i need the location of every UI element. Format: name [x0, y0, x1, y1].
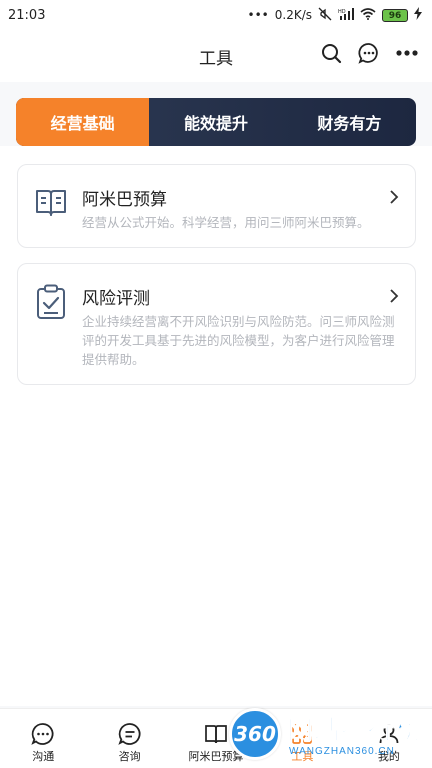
chevron-right-icon	[389, 288, 399, 303]
header-actions	[320, 42, 418, 64]
clipboard-check-icon	[34, 284, 68, 319]
bottom-nav: 沟通 咨询 阿米巴预算 工具 我的	[0, 708, 432, 768]
status-bar: 21:03 ••• 0.2K/s HD 96	[0, 0, 432, 30]
tools-icon	[290, 722, 314, 746]
card-title: 阿米巴预算	[82, 190, 167, 210]
card-title: 风险评测	[82, 289, 150, 309]
nav-item-amoeba-budget[interactable]: 阿米巴预算	[173, 709, 259, 768]
nav-item-consult[interactable]: 咨询	[86, 709, 172, 768]
mute-icon	[318, 7, 332, 24]
card-description: 企业持续经营离不开风险识别与风险防范。问三师风险测评的开发工具基于先进的风险模型…	[82, 314, 395, 367]
category-tabs: 经营基础 能效提升 财务有方	[16, 98, 416, 146]
chat-bubble-icon[interactable]	[358, 42, 380, 64]
more-dots-icon: •••	[247, 8, 269, 22]
consult-icon	[117, 722, 142, 746]
tab-finance[interactable]: 财务有方	[283, 98, 416, 146]
chat-icon	[31, 722, 55, 746]
status-indicators: ••• 0.2K/s HD 96	[248, 7, 422, 24]
nav-label: 沟通	[32, 750, 55, 763]
nav-label: 咨询	[118, 750, 141, 763]
nav-label: 阿米巴预算	[188, 750, 244, 763]
book-icon	[34, 185, 68, 219]
nav-label: 我的	[377, 750, 400, 763]
nav-label: 工具	[291, 750, 314, 763]
tab-business-basics[interactable]: 经营基础	[16, 98, 150, 146]
card-description: 经营从公式开始。科学经营，用问三师阿米巴预算。	[82, 215, 370, 230]
search-icon[interactable]	[320, 42, 342, 64]
nav-item-me[interactable]: 我的	[346, 709, 432, 768]
tool-card-risk-assessment[interactable]: 风险评测 企业持续经营离不开风险识别与风险防范。问三师风险测评的开发工具基于先进…	[17, 263, 416, 385]
app-header: 工具	[0, 30, 432, 82]
network-speed: 0.2K/s	[274, 8, 312, 22]
tab-efficiency[interactable]: 能效提升	[149, 98, 282, 146]
tool-card-amoeba-budget[interactable]: 阿米巴预算 经营从公式开始。科学经营，用问三师阿米巴预算。	[17, 164, 416, 248]
user-icon	[377, 722, 401, 746]
chevron-right-icon	[389, 189, 399, 204]
battery-indicator: 96	[382, 8, 408, 22]
status-time: 21:03	[8, 7, 46, 23]
book-icon	[204, 722, 228, 746]
signal-icon: HD	[338, 7, 354, 23]
nav-item-tools[interactable]: 工具	[259, 709, 345, 768]
more-icon[interactable]	[396, 42, 418, 64]
wifi-icon	[360, 7, 376, 23]
charging-icon	[414, 7, 422, 23]
nav-item-chat[interactable]: 沟通	[0, 709, 86, 768]
